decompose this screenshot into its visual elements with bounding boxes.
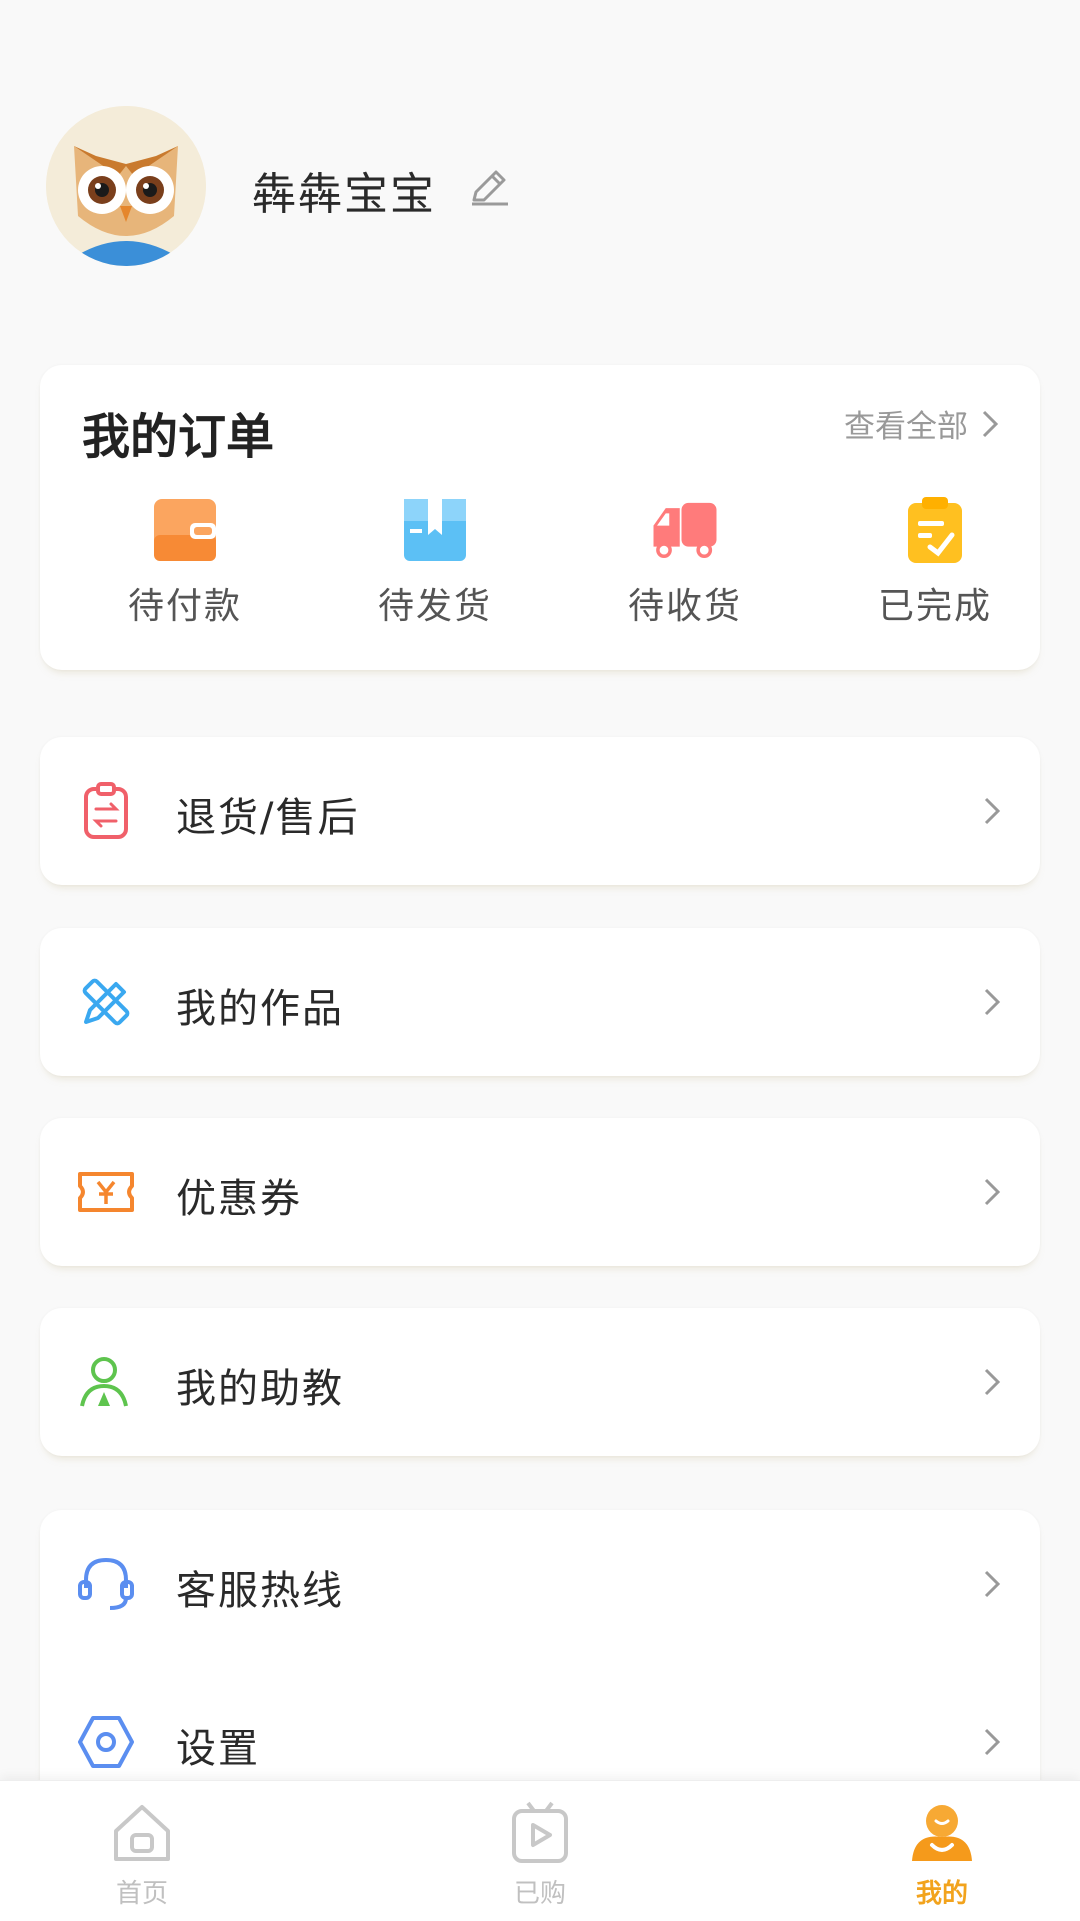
tab-label: 我的 — [915, 1879, 968, 1909]
chevron-right-icon — [982, 410, 999, 437]
bottom-tab-bar: 首页 已购 我的 — [0, 1780, 1080, 1921]
package-icon — [404, 499, 466, 561]
menu-item-refund[interactable]: 退货/售后 — [40, 737, 1040, 885]
settings-hexagon-icon — [78, 1716, 134, 1768]
mine-icon — [912, 1805, 972, 1861]
tab-purchased[interactable]: 已购 — [480, 1799, 600, 1910]
order-item-label: 待收货 — [627, 586, 742, 627]
order-pending-receipt[interactable]: 待收货 — [600, 495, 770, 629]
menu-item-coupons[interactable]: 优惠券 — [40, 1118, 1040, 1266]
username: 犇犇宝宝 — [252, 169, 436, 220]
order-item-label: 待付款 — [127, 586, 242, 627]
view-all-orders-link[interactable]: 查看全部 — [844, 401, 1002, 446]
chevron-right-icon — [984, 1570, 1001, 1598]
orders-title: 我的订单 — [82, 409, 275, 465]
order-pending-shipment[interactable]: 待发货 — [350, 495, 520, 629]
coupon-icon — [78, 1172, 134, 1212]
menu-item-label: 设置 — [176, 1726, 260, 1772]
edit-pencil-icon[interactable] — [466, 164, 512, 210]
service-card: 客服热线 设置 — [40, 1510, 1040, 1810]
order-item-label: 已完成 — [877, 586, 992, 627]
order-item-label: 待发货 — [377, 586, 492, 627]
purchased-tv-icon — [512, 1801, 568, 1863]
avatar[interactable] — [46, 106, 206, 266]
menu-item-works[interactable]: 我的作品 — [40, 928, 1040, 1076]
tab-label: 首页 — [115, 1879, 168, 1909]
chevron-right-icon — [984, 988, 1001, 1016]
order-completed[interactable]: 已完成 — [850, 495, 1020, 629]
wallet-icon — [154, 499, 216, 561]
clipboard-check-icon — [908, 497, 962, 563]
orders-card: 我的订单 查看全部 待付款 待发货 待收货 已完成 — [40, 365, 1040, 670]
teacher-icon — [80, 1357, 128, 1407]
menu-item-assistant[interactable]: 我的助教 — [40, 1308, 1040, 1456]
menu-item-label: 我的助教 — [176, 1366, 344, 1412]
menu-item-label: 客服热线 — [176, 1568, 344, 1614]
chevron-right-icon — [984, 1178, 1001, 1206]
headset-icon — [78, 1557, 134, 1610]
truck-icon — [653, 502, 717, 558]
tab-label: 已购 — [513, 1879, 566, 1909]
owl-avatar-icon — [46, 106, 206, 266]
home-icon — [114, 1805, 170, 1861]
order-pending-payment[interactable]: 待付款 — [100, 495, 270, 629]
tab-mine[interactable]: 我的 — [882, 1799, 1002, 1910]
refund-clipboard-icon — [84, 782, 128, 839]
profile-header: 犇犇宝宝 — [0, 0, 1080, 330]
pencil-ruler-icon — [82, 978, 130, 1026]
view-all-label: 查看全部 — [844, 409, 968, 445]
chevron-right-icon — [984, 1728, 1001, 1756]
chevron-right-icon — [984, 1368, 1001, 1396]
tab-home[interactable]: 首页 — [82, 1799, 202, 1910]
menu-item-label: 退货/售后 — [176, 795, 360, 841]
menu-item-hotline[interactable]: 客服热线 — [40, 1510, 1040, 1650]
menu-item-label: 我的作品 — [176, 986, 344, 1032]
menu-item-label: 优惠券 — [176, 1176, 302, 1222]
chevron-right-icon — [984, 797, 1001, 825]
